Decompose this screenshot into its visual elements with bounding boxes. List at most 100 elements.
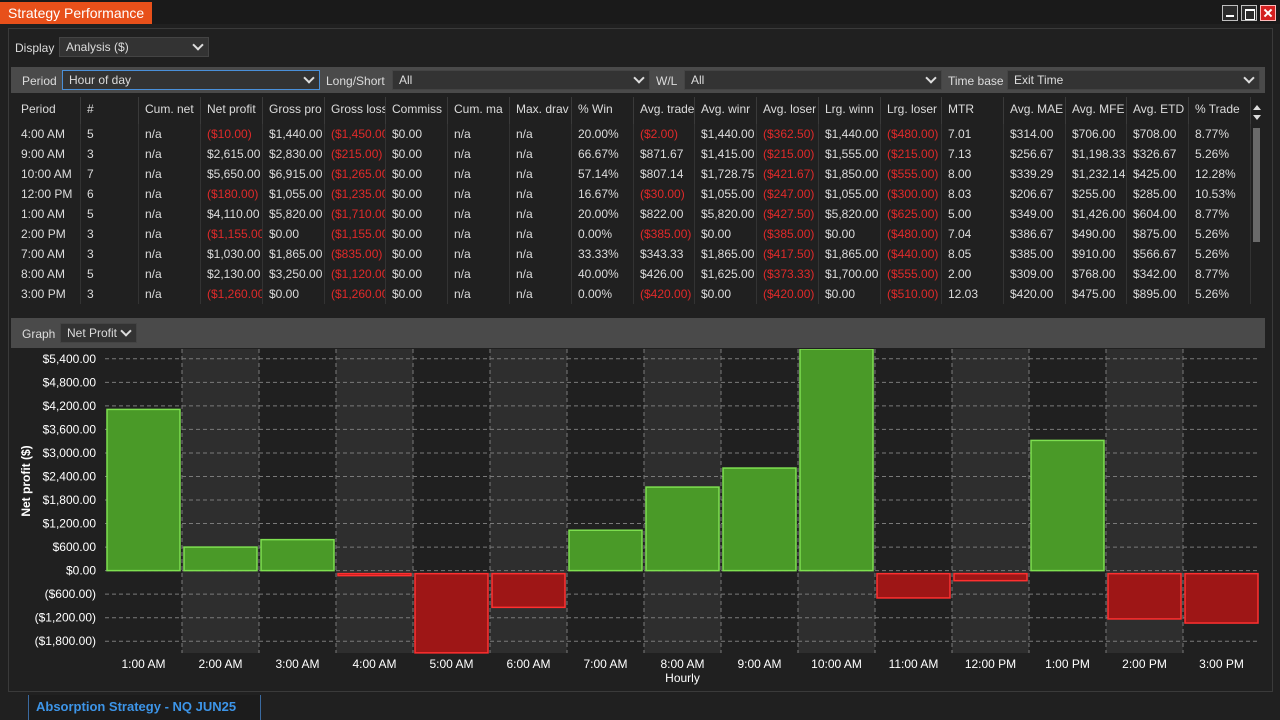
- table-cell: 10:00 AM: [15, 164, 81, 184]
- column-header[interactable]: Avg. MAE: [1004, 97, 1066, 124]
- column-header[interactable]: Cum. net: [139, 97, 201, 124]
- table-cell: 3: [81, 144, 139, 164]
- table-cell: $807.14: [634, 164, 695, 184]
- column-header[interactable]: Commiss: [386, 97, 448, 124]
- table-cell: ($362.50): [757, 124, 819, 144]
- scroll-thumb[interactable]: [1253, 128, 1260, 242]
- wl-select[interactable]: All: [684, 70, 942, 90]
- table-cell: ($480.00): [881, 224, 942, 244]
- table-cell: ($215.00): [881, 144, 942, 164]
- y-tick-label: $4,800.00: [43, 375, 97, 389]
- table-cell: ($555.00): [881, 264, 942, 284]
- table-cell: n/a: [448, 244, 510, 264]
- column-header[interactable]: Net profit: [201, 97, 263, 124]
- column-header[interactable]: % Trade: [1189, 97, 1251, 124]
- table-cell: n/a: [448, 164, 510, 184]
- maximize-icon[interactable]: [1241, 5, 1257, 21]
- column-header[interactable]: Gross pro: [263, 97, 325, 124]
- table-cell: n/a: [510, 224, 572, 244]
- column-header[interactable]: Lrg. winn: [819, 97, 881, 124]
- scroll-down-icon[interactable]: [1252, 113, 1262, 123]
- x-tick-label: 2:00 AM: [198, 657, 242, 671]
- timebase-select[interactable]: Exit Time: [1007, 70, 1260, 90]
- x-tick-label: 8:00 AM: [660, 657, 704, 671]
- table-cell: 4:00 AM: [15, 124, 81, 144]
- table-cell: 0.00%: [572, 284, 634, 304]
- table-row[interactable]: 9:00 AM 3 n/a $2,615.00 $2,830.00 ($215.00) $0…: [15, 144, 1251, 164]
- table-cell: $0.00: [386, 124, 448, 144]
- scroll-up-icon[interactable]: [1252, 102, 1262, 112]
- table-cell: 2:00 PM: [15, 224, 81, 244]
- table-cell: 57.14%: [572, 164, 634, 184]
- table-row[interactable]: 7:00 AM 3 n/a $1,030.00 $1,865.00 ($835.00) $0…: [15, 244, 1251, 264]
- close-icon[interactable]: [1260, 5, 1276, 21]
- table-row[interactable]: 8:00 AM5n/a$2,130.00$3,250.00($1,120.00)…: [15, 264, 1251, 284]
- column-header[interactable]: % Win: [572, 97, 634, 124]
- table-cell: 7:00 AM: [15, 244, 81, 264]
- table-cell: n/a: [139, 284, 201, 304]
- table-cell: $2,615.00: [201, 144, 263, 164]
- table-cell: $6,915.00: [263, 164, 325, 184]
- table-row[interactable]: 12:00 PM6n/a($180.00)$1,055.00($1,235.00…: [15, 184, 1251, 204]
- column-header[interactable]: Max. drav: [510, 97, 572, 124]
- table-cell: ($421.67): [757, 164, 819, 184]
- wl-select-value: All: [691, 73, 705, 87]
- table-row[interactable]: 3:00 PM3n/a($1,260.00)$0.00($1,260.00)$0…: [15, 284, 1251, 304]
- x-tick-label: 3:00 PM: [1199, 657, 1244, 671]
- table-cell: n/a: [448, 204, 510, 224]
- column-header[interactable]: Cum. ma: [448, 97, 510, 124]
- column-header[interactable]: Lrg. loser: [881, 97, 942, 124]
- y-tick-label: ($1,800.00): [35, 634, 96, 648]
- table-cell: 8.77%: [1189, 264, 1251, 284]
- bar: [1107, 572, 1182, 620]
- graph-select[interactable]: Net Profit: [60, 323, 137, 343]
- column-header[interactable]: Gross loss: [325, 97, 386, 124]
- table-cell: ($385.00): [757, 224, 819, 244]
- table-cell: ($510.00): [881, 284, 942, 304]
- table-cell: 7: [81, 164, 139, 184]
- table-row[interactable]: 1:00 AM5n/a$4,110.00$5,820.00($1,710.00)…: [15, 204, 1251, 224]
- period-select[interactable]: Hour of day: [62, 70, 320, 90]
- column-header[interactable]: Period: [15, 97, 81, 124]
- bar: [260, 538, 335, 572]
- table-cell: 3:00 PM: [15, 284, 81, 304]
- column-header[interactable]: Avg. winr: [695, 97, 757, 124]
- strategy-tab[interactable]: Absorption Strategy - NQ JUN25: [28, 695, 261, 720]
- table-cell: ($1,155.00): [325, 224, 386, 244]
- column-header[interactable]: Avg. MFE: [1066, 97, 1127, 124]
- table-row[interactable]: 2:00 PM3n/a($1,155.00)$0.00($1,155.00)$0…: [15, 224, 1251, 244]
- table-scrollbar[interactable]: [1251, 100, 1263, 310]
- table-row[interactable]: 10:00 AM7n/a$5,650.00$6,915.00($1,265.00…: [15, 164, 1251, 184]
- column-header[interactable]: Avg. trade: [634, 97, 695, 124]
- wl-label: W/L: [656, 74, 678, 88]
- minimize-icon[interactable]: [1222, 5, 1238, 21]
- table-cell: $206.67: [1004, 184, 1066, 204]
- column-header[interactable]: MTR: [942, 97, 1004, 124]
- chevron-down-icon: [192, 41, 204, 53]
- longshort-select[interactable]: All: [392, 70, 650, 90]
- table-cell: $910.00: [1066, 244, 1127, 264]
- table-cell: $326.67: [1127, 144, 1189, 164]
- table-cell: $822.00: [634, 204, 695, 224]
- table-row[interactable]: 4:00 AM5n/a($10.00)$1,440.00($1,450.00)$…: [15, 124, 1251, 144]
- table-cell: $309.00: [1004, 264, 1066, 284]
- table-cell: 66.67%: [572, 144, 634, 164]
- table-cell: n/a: [448, 184, 510, 204]
- table-cell: ($180.00): [201, 184, 263, 204]
- table-cell: ($215.00): [325, 144, 386, 164]
- table-cell: $0.00: [819, 224, 881, 244]
- title-bar: Strategy Performance: [0, 0, 1280, 24]
- table-cell: n/a: [510, 124, 572, 144]
- column-header[interactable]: Avg. loser: [757, 97, 819, 124]
- column-header[interactable]: Avg. ETD: [1127, 97, 1189, 124]
- display-select[interactable]: Analysis ($): [59, 37, 209, 57]
- table-header: Period # Cum. net Net profit Gross pro Gross …: [15, 97, 1251, 124]
- table-cell: ($417.50): [757, 244, 819, 264]
- table-cell: 5.26%: [1189, 144, 1251, 164]
- column-header[interactable]: #: [81, 97, 139, 124]
- table-cell: n/a: [510, 164, 572, 184]
- bar: [953, 572, 1028, 582]
- table-cell: ($835.00): [325, 244, 386, 264]
- table-cell: ($1,235.00): [325, 184, 386, 204]
- table-cell: ($247.00): [757, 184, 819, 204]
